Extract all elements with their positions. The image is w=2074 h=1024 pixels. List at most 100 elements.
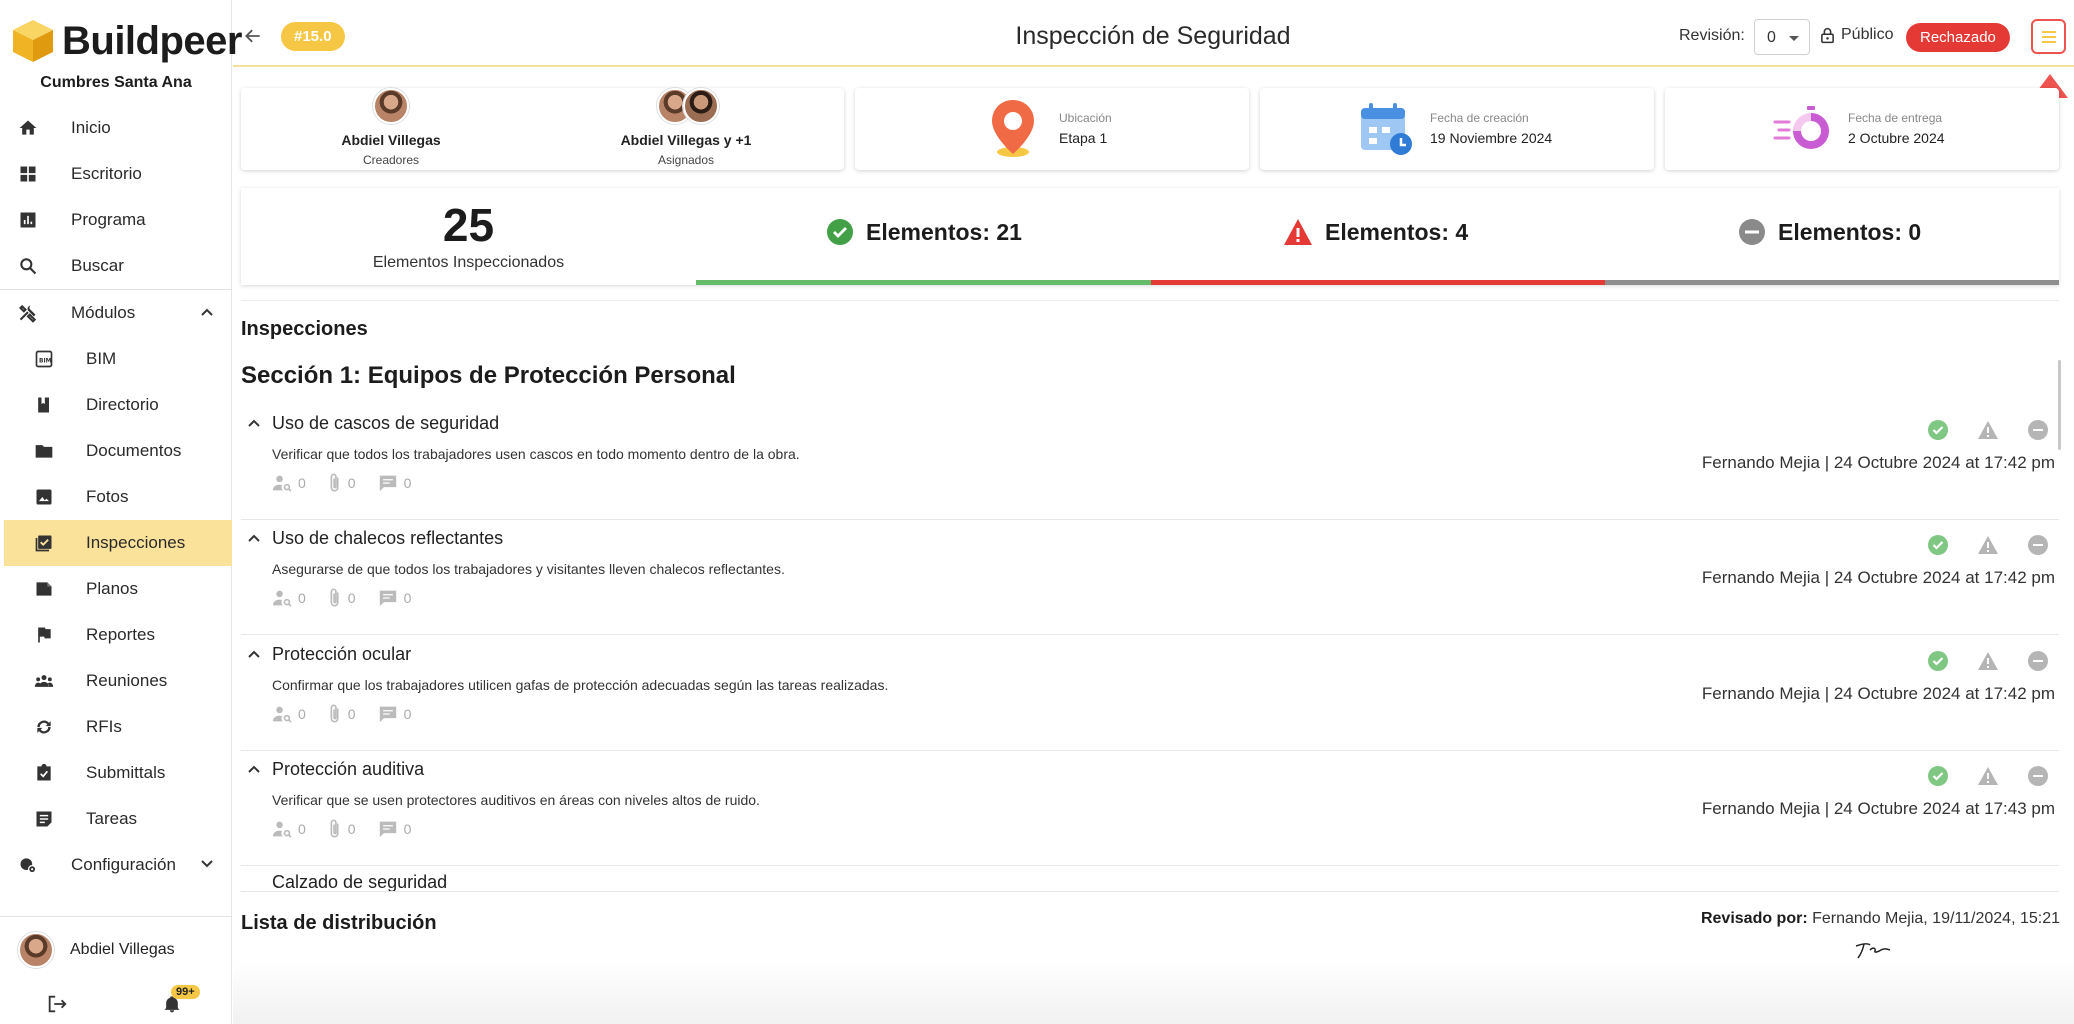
fail-bar [1151, 280, 1605, 285]
item-signature: Fernando Mejia | 24 Octubre 2024 at 17:4… [1701, 568, 2055, 587]
sidebar-item-label: Fotos [86, 487, 129, 506]
comments-count[interactable]: 0 [378, 474, 411, 492]
sidebar-item-configuracion[interactable]: Configuración [0, 842, 232, 888]
sidebar-item-label: RFIs [86, 717, 122, 736]
user-profile[interactable]: Abdiel Villegas [18, 932, 175, 968]
creator-avatar[interactable] [373, 88, 409, 124]
comments-count[interactable]: 0 [378, 820, 411, 838]
inspection-item-partial[interactable]: Calzado de seguridad [241, 860, 2059, 892]
stats-panel: 25 Elementos Inspeccionados Elementos: 2… [241, 188, 2059, 285]
warning-icon[interactable] [1977, 766, 1999, 786]
minus-circle-icon[interactable] [2028, 420, 2048, 440]
creator-label: Creadores [362, 153, 420, 167]
check-circle-icon[interactable] [1928, 651, 1948, 671]
logo[interactable]: Buildpeer [10, 18, 242, 64]
sidebar-item-escritorio[interactable]: Escritorio [0, 151, 232, 197]
reviewed-value: Fernando Mejia, 19/11/2024, 15:21 [1812, 910, 2060, 927]
assignee-label: Asignados [657, 153, 715, 167]
comments-count[interactable]: 0 [378, 589, 411, 607]
sidebar-item-tareas[interactable]: Tareas [0, 796, 232, 842]
chevron-up-icon[interactable] [246, 415, 262, 431]
scrollbar[interactable] [2058, 360, 2061, 450]
comments-count[interactable]: 0 [378, 705, 411, 723]
check-circle-icon[interactable] [1928, 420, 1948, 440]
item-description: Verificar que se usen protectores auditi… [272, 792, 760, 808]
total-label: Elementos Inspeccionados [372, 254, 565, 271]
check-circle-icon[interactable] [1928, 766, 1948, 786]
flag-icon [38, 627, 51, 643]
assignees-count[interactable]: 0 [272, 820, 306, 838]
sidebar-item-programa[interactable]: Programa [0, 197, 232, 243]
comment-icon [379, 821, 396, 838]
person-search-icon [273, 821, 292, 838]
minus-circle-icon[interactable] [2028, 535, 2048, 555]
assignees-count[interactable]: 0 [272, 705, 306, 723]
paperclip-icon [330, 819, 339, 838]
attachments-count[interactable]: 0 [328, 704, 356, 724]
image-icon [36, 489, 52, 505]
chevron-up-icon[interactable] [246, 646, 262, 662]
logout-icon[interactable] [46, 993, 68, 1015]
chevron-up-icon[interactable] [246, 761, 262, 777]
revision-select[interactable]: 0 [1754, 19, 1810, 55]
sidebar-item-rfis[interactable]: RFIs [0, 704, 232, 750]
chevron-down-icon[interactable] [200, 857, 214, 871]
warning-icon[interactable] [1977, 535, 1999, 555]
assignees-value: 0 [298, 590, 306, 606]
attachments-value: 0 [347, 706, 356, 722]
status-badge[interactable]: Rechazado [1906, 23, 2010, 52]
sidebar-item-submittals[interactable]: Submittals [0, 750, 232, 796]
minus-circle-icon[interactable] [2028, 651, 2048, 671]
sidebar-item-modulos[interactable]: Módulos [0, 290, 232, 336]
location-label: Ubicación [1059, 111, 1112, 125]
total-inspected: 25 Elementos Inspeccionados [241, 198, 696, 272]
location-card: Ubicación Etapa 1 [855, 88, 1249, 170]
chevron-up-icon[interactable] [200, 305, 214, 319]
inspection-item[interactable]: Protección ocular Confirmar que los trab… [241, 636, 2059, 751]
sidebar-item-reportes[interactable]: Reportes [0, 612, 232, 658]
chevron-up-icon[interactable] [246, 530, 262, 546]
check-circle-icon[interactable] [1928, 535, 1948, 555]
inspection-item[interactable]: Uso de chalecos reflectantes Asegurarse … [241, 520, 2059, 635]
assignees-value: 0 [298, 821, 306, 837]
inspections-heading: Inspecciones [241, 318, 368, 340]
item-description: Confirmar que los trabajadores utilicen … [272, 677, 889, 693]
sidebar-item-inicio[interactable]: Inicio [0, 105, 232, 151]
attachments-count[interactable]: 0 [328, 473, 356, 493]
sidebar-item-label: Tareas [86, 809, 138, 828]
inspection-item[interactable]: Uso de cascos de seguridad Verificar que… [241, 405, 2059, 520]
revision-value: 0 [1767, 29, 1776, 46]
stat-ok[interactable]: Elementos: 21 [826, 218, 1022, 246]
sidebar-item-label: Reportes [86, 625, 155, 644]
created-date-card: Fecha de creación 19 Noviembre 2024 [1260, 88, 1654, 170]
attachments-count[interactable]: 0 [328, 819, 356, 839]
divider [241, 300, 2059, 301]
stat-fail[interactable]: Elementos: 4 [1283, 218, 1468, 246]
attachments-count[interactable]: 0 [328, 588, 356, 608]
sidebar-item-buscar[interactable]: Buscar [0, 243, 232, 289]
assignees-count[interactable]: 0 [272, 474, 306, 492]
sidebar-item-planos[interactable]: Planos [0, 566, 232, 612]
assignees-count[interactable]: 0 [272, 589, 306, 607]
sidebar-item-bim[interactable]: BIM BIM [0, 336, 232, 382]
checklist-icon [35, 535, 52, 552]
minus-circle-icon [1739, 219, 1765, 245]
paperclip-icon [330, 473, 339, 492]
sidebar-item-fotos[interactable]: Fotos [0, 474, 232, 520]
visibility-toggle[interactable]: Público [1820, 26, 1893, 44]
sidebar-item-reuniones[interactable]: Reuniones [0, 658, 232, 704]
due-value: 2 Octubre 2024 [1848, 130, 1945, 146]
menu-button[interactable] [2031, 19, 2066, 54]
sidebar-item-inspecciones[interactable]: Inspecciones [4, 520, 232, 566]
assignee-avatar[interactable] [683, 88, 719, 124]
ok-bar [696, 280, 1151, 285]
item-signature: Fernando Mejia | 24 Octubre 2024 at 17:4… [1701, 799, 2055, 818]
warning-icon[interactable] [1977, 420, 1999, 440]
minus-circle-icon[interactable] [2028, 766, 2048, 786]
warning-icon[interactable] [1977, 651, 1999, 671]
sidebar-item-directorio[interactable]: Directorio [0, 382, 232, 428]
due-label: Fecha de entrega [1848, 111, 1943, 125]
stat-na[interactable]: Elementos: 0 [1738, 218, 1921, 246]
sidebar-item-documentos[interactable]: Documentos [0, 428, 232, 474]
inspection-item[interactable]: Protección auditiva Verificar que se use… [241, 751, 2059, 866]
